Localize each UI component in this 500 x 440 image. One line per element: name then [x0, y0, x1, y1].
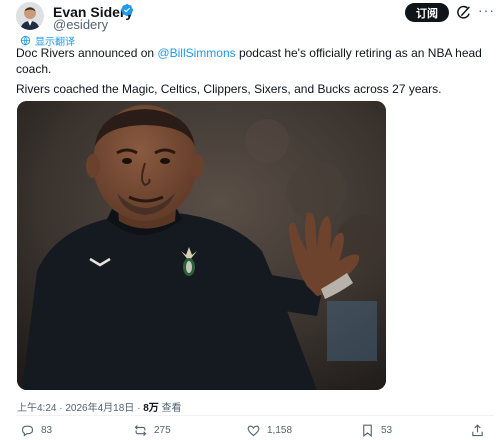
divider [16, 415, 494, 416]
mention-link[interactable]: @BillSimmons [157, 46, 235, 60]
reply-icon [21, 425, 34, 437]
post-text-paragraph-2: Rivers coached the Magic, Celtics, Clipp… [16, 82, 442, 96]
post-time[interactable]: 上午4:24 [17, 403, 56, 414]
post-photo[interactable] [17, 101, 386, 390]
grok-icon[interactable] [456, 5, 472, 21]
like-count: 1,158 [267, 425, 293, 436]
avatar[interactable] [16, 2, 44, 30]
repost-count: 275 [154, 425, 171, 436]
post-meta: 上午4:24 · 2026年4月18日 · 8万 查看 [17, 399, 182, 414]
repost-icon [134, 425, 147, 436]
post-text-part: Doc Rivers announced on [16, 46, 158, 60]
bookmark-icon [363, 424, 372, 437]
subscribe-button[interactable]: 订阅 [405, 3, 449, 22]
post-date[interactable]: 2026年4月18日 [65, 403, 134, 414]
verified-badge-icon [121, 4, 133, 16]
like-button[interactable]: 1,158 [246, 423, 292, 438]
view-label: 查看 [161, 403, 182, 414]
reply-count: 83 [41, 425, 53, 436]
author-handle[interactable]: @esidery [53, 17, 108, 32]
share-button[interactable] [470, 423, 485, 438]
meta-separator: · [134, 403, 144, 414]
coach-photo-illustration [17, 101, 386, 390]
reply-button[interactable]: 83 [20, 423, 52, 438]
heart-icon [247, 425, 260, 437]
repost-button[interactable]: 275 [133, 423, 171, 438]
view-count: 8万 [143, 403, 159, 414]
more-options-icon[interactable]: ··· [478, 2, 495, 18]
bookmark-button[interactable]: 53 [360, 423, 392, 438]
post-text-paragraph-1: Doc Rivers announced on @BillSimmons pod… [16, 45, 486, 77]
avatar-image [16, 2, 44, 30]
share-icon [472, 424, 483, 437]
bookmark-count: 53 [381, 425, 393, 436]
